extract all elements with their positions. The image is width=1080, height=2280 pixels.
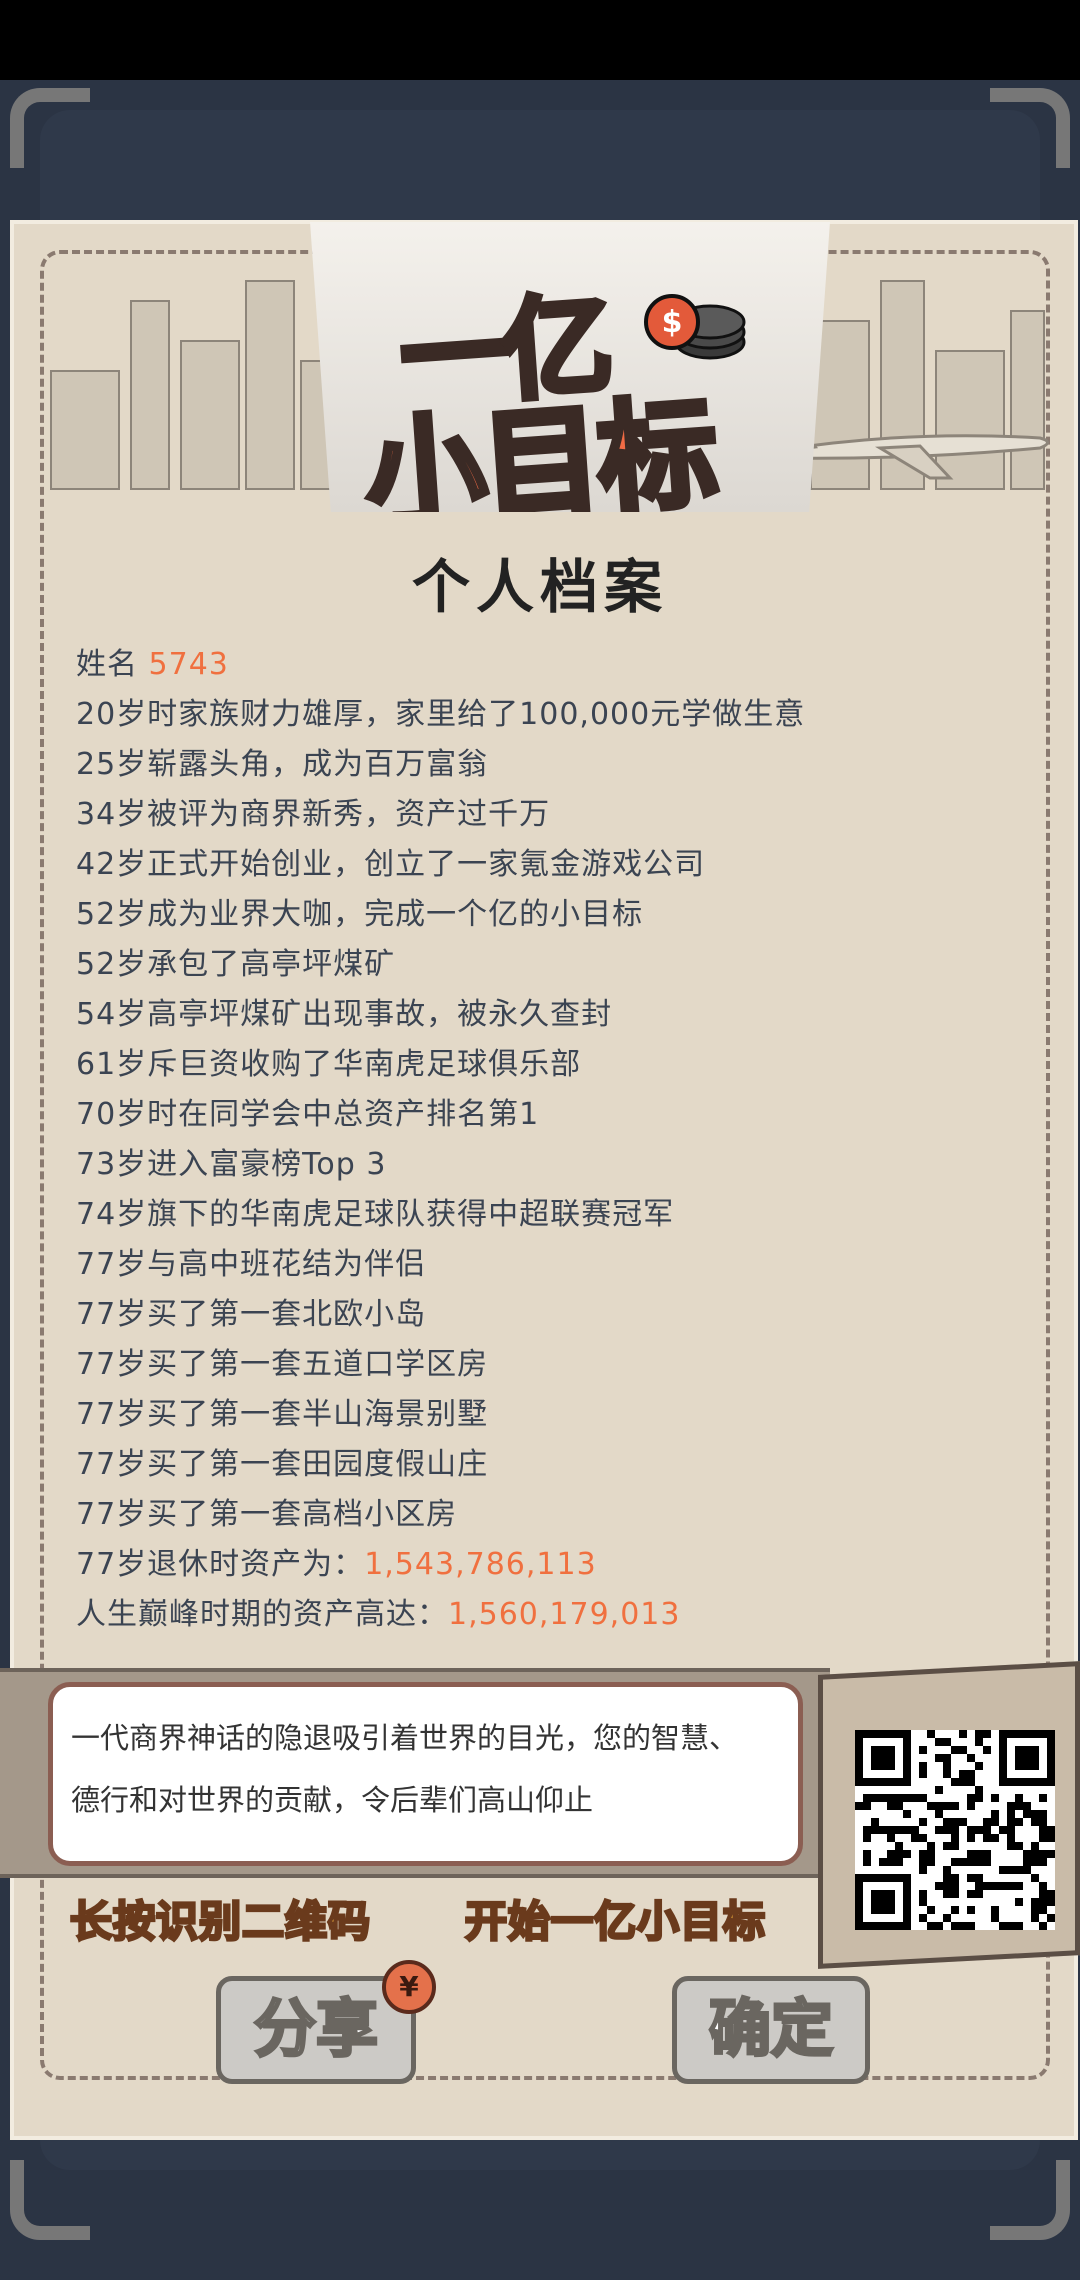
life-event-row: 20岁时家族财力雄厚，家里给了100,000元学做生意: [76, 697, 806, 732]
life-event-row: 77岁买了第一套北欧小岛: [76, 1297, 427, 1332]
name-value: 5743: [148, 647, 229, 682]
qr-code-icon[interactable]: [855, 1730, 1055, 1930]
retire-row: 77岁退休时资产为：1,543,786,113: [76, 1540, 1036, 1590]
summary-message: 一代商界神话的隐退吸引着世界的目光，您的智慧、 德行和对世界的贡献，令后辈们高山…: [48, 1682, 803, 1866]
frame-corner: [990, 88, 1070, 168]
life-event-row: 73岁进入富豪榜Top 3: [76, 1147, 387, 1182]
life-event-row: 54岁高亭坪煤矿出现事故，被永久查封: [76, 997, 613, 1032]
peak-row: 人生巅峰时期的资产高达：1,560,179,013: [76, 1590, 1036, 1640]
page-title: 个人档案: [411, 553, 668, 621]
life-event-row: 61岁斥巨资收购了华南虎足球俱乐部: [76, 1047, 582, 1082]
message-line: 德行和对世界的贡献，令后辈们高山仰止: [71, 1783, 594, 1817]
retire-value: 1,543,786,113: [364, 1547, 597, 1582]
game-logo: 一亿 小目标 $: [310, 222, 830, 512]
start-game-hint: 开始一亿小目标: [463, 1896, 767, 1948]
profile-list: 姓名 5743 20岁时家族财力雄厚，家里给了100,000元学做生意 25岁崭露…: [76, 640, 1036, 1640]
status-bar: [0, 0, 1080, 80]
coins-icon: $: [644, 294, 746, 360]
life-event-row: 52岁承包了高亭坪煤矿: [76, 947, 396, 982]
retire-label: 77岁退休时资产为：: [76, 1547, 365, 1582]
name-label: 姓名: [76, 647, 138, 682]
peak-label: 人生巅峰时期的资产高达：: [76, 1597, 448, 1632]
confirm-button[interactable]: 确定: [672, 1976, 870, 2084]
name-row: 姓名 5743: [76, 640, 1036, 690]
yen-badge-icon: ¥: [382, 1960, 436, 2014]
peak-value: 1,560,179,013: [448, 1597, 681, 1632]
life-event-row: 74岁旗下的华南虎足球队获得中超联赛冠军: [76, 1197, 675, 1232]
svg-text:$: $: [662, 305, 683, 340]
life-event-row: 77岁买了第一套五道口学区房: [76, 1347, 489, 1382]
life-event-row: 77岁买了第一套田园度假山庄: [76, 1447, 489, 1482]
message-line: 一代商界神话的隐退吸引着世界的目光，您的智慧、: [71, 1721, 739, 1755]
life-event-row: 77岁买了第一套半山海景别墅: [76, 1397, 489, 1432]
life-event-row: 77岁买了第一套高档小区房: [76, 1497, 458, 1532]
frame-corner: [10, 88, 90, 168]
life-event-row: 77岁与高中班花结为伴侣: [76, 1247, 427, 1282]
life-event-row: 70岁时在同学会中总资产排名第1: [76, 1097, 540, 1132]
life-event-row: 52岁成为业界大咖，完成一个亿的小目标: [76, 897, 644, 932]
life-event-row: 42岁正式开始创业，创立了一家氪金游戏公司: [76, 847, 706, 882]
life-event-row: 25岁崭露头角，成为百万富翁: [76, 747, 489, 782]
life-event-row: 34岁被评为商界新秀，资产过千万: [76, 797, 551, 832]
frame-corner: [10, 2160, 90, 2240]
scan-qr-hint: 长按识别二维码: [68, 1896, 372, 1948]
frame-corner: [990, 2160, 1070, 2240]
